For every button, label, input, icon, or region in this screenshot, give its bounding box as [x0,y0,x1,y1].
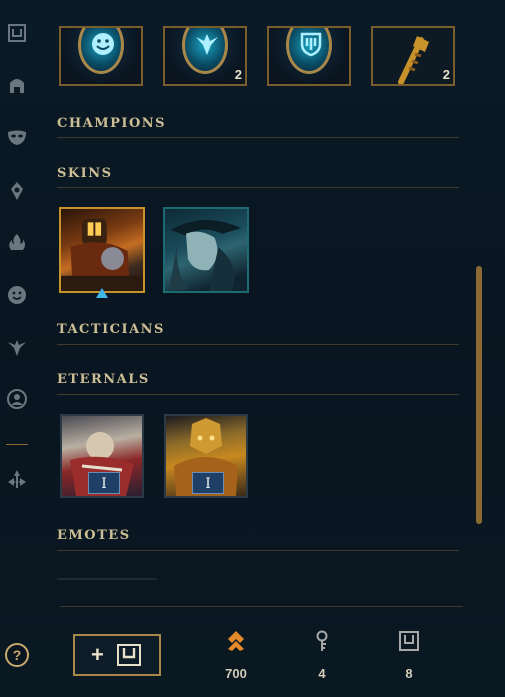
section-emotes[interactable]: EMOTES [57,528,131,543]
orange-essence-counter: 700 [206,630,266,681]
key-icon [398,36,429,84]
chest-value: 8 [405,666,413,681]
footer-divider [60,606,463,607]
sidebar: ? [0,0,36,697]
divider [57,344,459,345]
skin-shard-gold[interactable] [59,207,145,293]
emote-tile[interactable] [59,26,143,86]
flame-icon[interactable] [6,232,28,254]
emote-icon[interactable] [6,284,28,306]
key-icon [316,630,328,651]
ward-count: 2 [234,67,242,82]
orange-essence-icon [228,631,244,651]
key-value: 4 [318,666,326,681]
banner-icon [300,32,322,57]
section-champions[interactable]: CHAMPIONS [57,116,166,131]
eternal-item[interactable]: I [60,414,144,498]
chest-icon[interactable] [6,22,28,44]
sidebar-divider [6,444,28,445]
divider [57,187,459,188]
faded-divider [57,578,157,580]
chest-icon [117,644,141,666]
banner-tile[interactable] [267,26,351,86]
eternal-badge: I [192,472,224,494]
skin-art-armored-champion [61,218,143,291]
eternal-item[interactable]: I [164,414,248,498]
key-count: 2 [442,67,450,82]
help-button[interactable]: ? [5,643,29,667]
key-tile[interactable]: 2 [371,26,455,86]
skin-shard-teal[interactable] [163,207,249,293]
tactician-icon[interactable] [6,336,28,358]
rarity-gem-icon [96,288,108,298]
add-chest-button[interactable]: + [73,634,161,676]
tactician-glyph-icon [196,34,218,55]
divider [57,550,459,551]
plus-label: + [91,642,104,667]
scrollbar-thumb[interactable] [476,266,482,524]
section-eternals[interactable]: ETERNALS [57,372,150,387]
arrows-icon[interactable] [6,468,28,490]
section-skins[interactable]: SKINS [57,166,113,181]
smile-icon [92,33,114,55]
mask-icon[interactable] [6,126,28,148]
skin-art-hat-champion [168,219,242,291]
divider [57,394,459,395]
key-counter: 4 [292,630,352,681]
divider [57,137,459,138]
helmet-icon[interactable] [6,74,28,96]
orange-essence-value: 700 [225,666,247,681]
eternal-badge: I [88,472,120,494]
profile-icon[interactable] [6,388,28,410]
chest-icon [399,631,419,651]
ward-icon[interactable] [6,180,28,202]
ward-tile[interactable]: 2 [163,26,247,86]
chest-counter: 8 [379,630,439,681]
section-tacticians[interactable]: TACTICIANS [57,322,165,337]
